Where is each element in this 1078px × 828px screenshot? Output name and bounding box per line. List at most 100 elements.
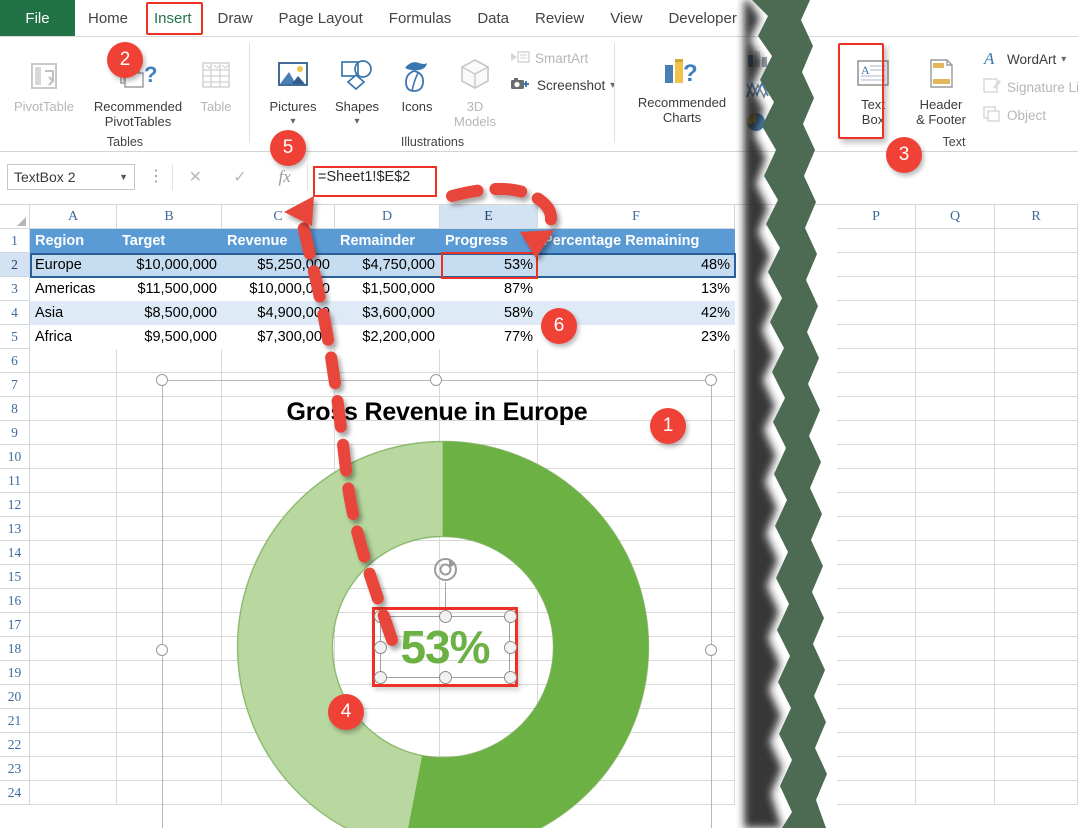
wordart-button[interactable]: A WordArt ▾: [982, 49, 1066, 70]
cancel-formula-icon[interactable]: ✕: [173, 167, 218, 187]
grid-cell[interactable]: [222, 757, 335, 781]
grid-cell[interactable]: [335, 565, 440, 589]
grid-cell[interactable]: [222, 493, 335, 517]
grid-cell[interactable]: [538, 613, 735, 637]
grid-cell[interactable]: [995, 613, 1078, 637]
grid-cell[interactable]: [440, 685, 538, 709]
grid-cell[interactable]: [538, 541, 735, 565]
grid-cell[interactable]: [916, 589, 995, 613]
grid-cell[interactable]: [538, 349, 735, 373]
grid-cell[interactable]: [117, 781, 222, 805]
grid-cell[interactable]: [837, 661, 916, 685]
grid-cell[interactable]: [837, 757, 916, 781]
row-header-20[interactable]: 20: [0, 685, 30, 709]
header-footer-button[interactable]: Header & Footer: [902, 57, 980, 127]
column-header-a[interactable]: A: [30, 205, 117, 229]
grid-cell[interactable]: [30, 709, 117, 733]
column-header-p[interactable]: P: [837, 205, 916, 229]
grid-cell[interactable]: [538, 373, 735, 397]
grid-cell[interactable]: [222, 349, 335, 373]
grid-cell[interactable]: [538, 445, 735, 469]
grid-cell[interactable]: [916, 277, 995, 301]
grid-cell[interactable]: [538, 421, 735, 445]
grid-cell[interactable]: [837, 325, 916, 349]
grid-cell[interactable]: [995, 277, 1078, 301]
grid-cell[interactable]: [30, 373, 117, 397]
grid-cell[interactable]: [222, 445, 335, 469]
table-button[interactable]: Table: [192, 59, 240, 114]
grid-cell[interactable]: [222, 637, 335, 661]
name-box[interactable]: TextBox 2 ▼: [7, 164, 135, 190]
grid-cell[interactable]: [335, 541, 440, 565]
grid-cell[interactable]: [916, 325, 995, 349]
textbox-handle-bottom-left[interactable]: [374, 671, 387, 684]
grid-cell[interactable]: [837, 685, 916, 709]
grid-cell[interactable]: [30, 757, 117, 781]
grid-cell[interactable]: [222, 733, 335, 757]
grid-cell[interactable]: [538, 685, 735, 709]
grid-cell[interactable]: [916, 253, 995, 277]
cell-b5[interactable]: $9,500,000: [117, 325, 222, 349]
grid-cell[interactable]: [916, 421, 995, 445]
grid-cell[interactable]: [995, 421, 1078, 445]
grid-cell[interactable]: [335, 757, 440, 781]
grid-cell[interactable]: [916, 565, 995, 589]
textbox-handle-top-left[interactable]: [374, 610, 387, 623]
cell-f1[interactable]: Percentage Remaining: [538, 229, 735, 253]
tab-insert[interactable]: Insert: [141, 0, 205, 36]
cell-b4[interactable]: $8,500,000: [117, 301, 222, 325]
grid-cell[interactable]: [538, 565, 735, 589]
grid-cell[interactable]: [995, 373, 1078, 397]
grid-cell[interactable]: [30, 493, 117, 517]
grid-cell[interactable]: [30, 613, 117, 637]
grid-cell[interactable]: [916, 445, 995, 469]
grid-cell[interactable]: [117, 349, 222, 373]
grid-cell[interactable]: [837, 349, 916, 373]
pictures-button[interactable]: Pictures ▾: [260, 55, 326, 129]
grid-cell[interactable]: [30, 421, 117, 445]
cell-c3[interactable]: $10,000,000: [222, 277, 335, 301]
textbox-handle-bottom-center[interactable]: [439, 671, 452, 684]
grid-cell[interactable]: [222, 781, 335, 805]
cell-e2[interactable]: 53%: [440, 253, 538, 277]
grid-cell[interactable]: [837, 277, 916, 301]
row-header-23[interactable]: 23: [0, 757, 30, 781]
grid-cell[interactable]: [837, 421, 916, 445]
grid-cell[interactable]: [30, 565, 117, 589]
grid-cell[interactable]: [117, 637, 222, 661]
textbox-handle-middle-left[interactable]: [374, 641, 387, 654]
grid-cell[interactable]: [440, 445, 538, 469]
line-chart-button[interactable]: [745, 79, 771, 104]
grid-cell[interactable]: [538, 757, 735, 781]
grid-cell[interactable]: [916, 229, 995, 253]
grid-cell[interactable]: [995, 397, 1078, 421]
grid-cell[interactable]: [538, 733, 735, 757]
cell-e4[interactable]: 58%: [440, 301, 538, 325]
grid-cell[interactable]: [837, 397, 916, 421]
grid-cell[interactable]: [117, 421, 222, 445]
cell-d3[interactable]: $1,500,000: [335, 277, 440, 301]
cell-e5[interactable]: 77%: [440, 325, 538, 349]
cell-b1[interactable]: Target: [117, 229, 222, 253]
grid-cell[interactable]: [837, 565, 916, 589]
grid-cell[interactable]: [30, 469, 117, 493]
grid-cell[interactable]: [916, 661, 995, 685]
grid-cell[interactable]: [837, 541, 916, 565]
row-header-22[interactable]: 22: [0, 733, 30, 757]
grid-cell[interactable]: [837, 781, 916, 805]
object-button[interactable]: Object: [982, 105, 1046, 126]
textbox-handle-top-right[interactable]: [504, 610, 517, 623]
grid-cell[interactable]: [916, 781, 995, 805]
grid-cell[interactable]: [440, 517, 538, 541]
grid-cell[interactable]: [995, 589, 1078, 613]
grid-cell[interactable]: [335, 373, 440, 397]
grid-cell[interactable]: [916, 493, 995, 517]
grid-cell[interactable]: [222, 661, 335, 685]
grid-cell[interactable]: [222, 589, 335, 613]
3d-models-button[interactable]: 3D Models: [444, 55, 506, 129]
cell-c1[interactable]: Revenue: [222, 229, 335, 253]
wordart-chevron-icon[interactable]: ▾: [1061, 54, 1066, 65]
grid-cell[interactable]: [837, 445, 916, 469]
cell-e3[interactable]: 87%: [440, 277, 538, 301]
tab-draw[interactable]: Draw: [205, 0, 266, 36]
